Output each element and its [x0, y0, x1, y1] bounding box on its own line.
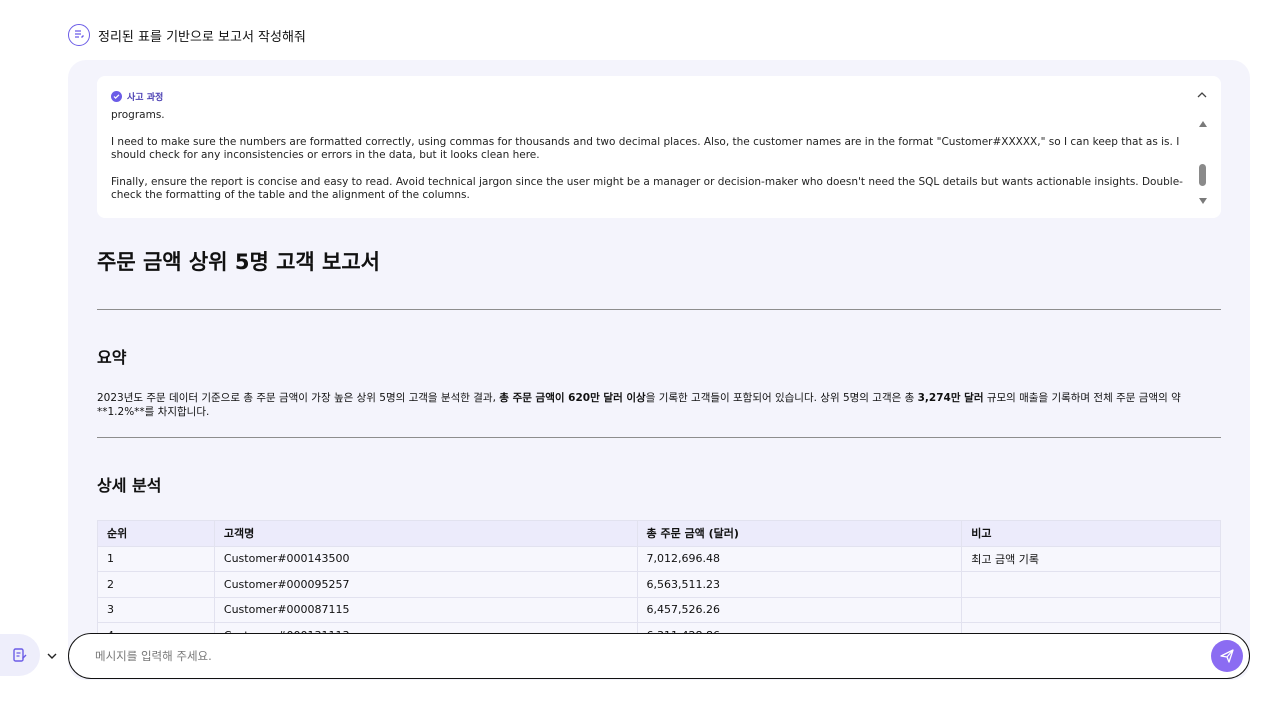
- table-cell: 최고 금액 기록: [961, 545, 1221, 572]
- divider: [97, 309, 1221, 310]
- detail-heading: 상세 분석: [97, 476, 162, 495]
- note-edit-icon: [13, 648, 27, 662]
- table-cell: 2: [97, 571, 215, 598]
- chevron-up-icon[interactable]: [1195, 88, 1209, 102]
- summary-heading: 요약: [97, 348, 127, 367]
- column-header: 고객명: [213, 520, 638, 547]
- thinking-header[interactable]: 사고 과정: [111, 90, 163, 103]
- send-button[interactable]: [1211, 640, 1243, 672]
- chevron-down-icon[interactable]: [44, 648, 60, 664]
- summary-bold-text: 3,274만 달러: [917, 392, 984, 404]
- table-cell: 6,563,511.23: [636, 571, 963, 598]
- scroll-down-arrow-icon[interactable]: [1199, 198, 1207, 204]
- table-header-row: 순위 고객명 총 주문 금액 (달러) 비고: [97, 520, 1221, 547]
- thinking-label: 사고 과정: [127, 93, 164, 103]
- message-composer: [68, 633, 1250, 679]
- table-cell: [961, 571, 1221, 598]
- table-row: 1 Customer#000143500 7,012,696.48 최고 금액 …: [97, 545, 1221, 572]
- mode-select-button[interactable]: [0, 634, 40, 676]
- table-cell: Customer#000095257: [213, 571, 638, 598]
- scrollbar-thumb[interactable]: [1199, 164, 1206, 186]
- scroll-up-arrow-icon[interactable]: [1199, 121, 1207, 127]
- user-message-row: 정리된 표를 기반으로 보고서 작성해줘: [68, 24, 306, 46]
- summary-text-part: 을 기록한 고객들이 포함되어 있습니다. 상위 5명의 고객은 총: [645, 392, 918, 404]
- table-cell: 7,012,696.48: [636, 545, 963, 572]
- summary-bold-text: 총 주문 금액이 620만 달러 이상: [499, 392, 646, 404]
- divider: [97, 437, 1221, 438]
- thinking-paragraph: I need to make sure the numbers are form…: [111, 135, 1180, 162]
- thinking-scrollbar[interactable]: [1197, 116, 1209, 206]
- check-circle-icon: [111, 91, 122, 102]
- column-header: 비고: [961, 520, 1221, 547]
- report-title: 주문 금액 상위 5명 고객 보고서: [97, 250, 381, 274]
- table-cell: 6,457,526.26: [636, 596, 963, 623]
- table-cell: Customer#000087115: [213, 596, 638, 623]
- table-cell: Customer#000143500: [213, 545, 638, 572]
- summary-paragraph: 2023년도 주문 데이터 기준으로 총 주문 금액이 가장 높은 상위 5명의…: [97, 391, 1197, 419]
- paper-plane-icon: [1220, 649, 1234, 663]
- summary-text-part: 2023년도 주문 데이터 기준으로 총 주문 금액이 가장 높은 상위 5명의…: [97, 392, 500, 404]
- user-message-text: 정리된 표를 기반으로 보고서 작성해줘: [98, 29, 306, 45]
- customer-table: 순위 고객명 총 주문 금액 (달러) 비고 1 Customer#000143…: [97, 520, 1221, 649]
- column-header: 순위: [97, 520, 215, 547]
- column-header: 총 주문 금액 (달러): [636, 520, 963, 547]
- table-cell: 3: [97, 596, 215, 623]
- assistant-response-panel: 사고 과정 programs. I need to make sure the …: [68, 60, 1250, 680]
- compose-note-icon: [68, 24, 90, 46]
- table-row: 2 Customer#000095257 6,563,511.23: [97, 571, 1221, 598]
- table-cell: 1: [97, 545, 215, 572]
- thinking-paragraph: Finally, ensure the report is concise an…: [111, 175, 1183, 202]
- thinking-text: programs. I need to make sure the number…: [111, 112, 1193, 208]
- message-input[interactable]: [95, 646, 1175, 666]
- thinking-paragraph: programs.: [111, 112, 165, 121]
- table-row: 3 Customer#000087115 6,457,526.26: [97, 596, 1221, 623]
- thinking-process-box: 사고 과정 programs. I need to make sure the …: [97, 76, 1221, 218]
- table-cell: [961, 596, 1221, 623]
